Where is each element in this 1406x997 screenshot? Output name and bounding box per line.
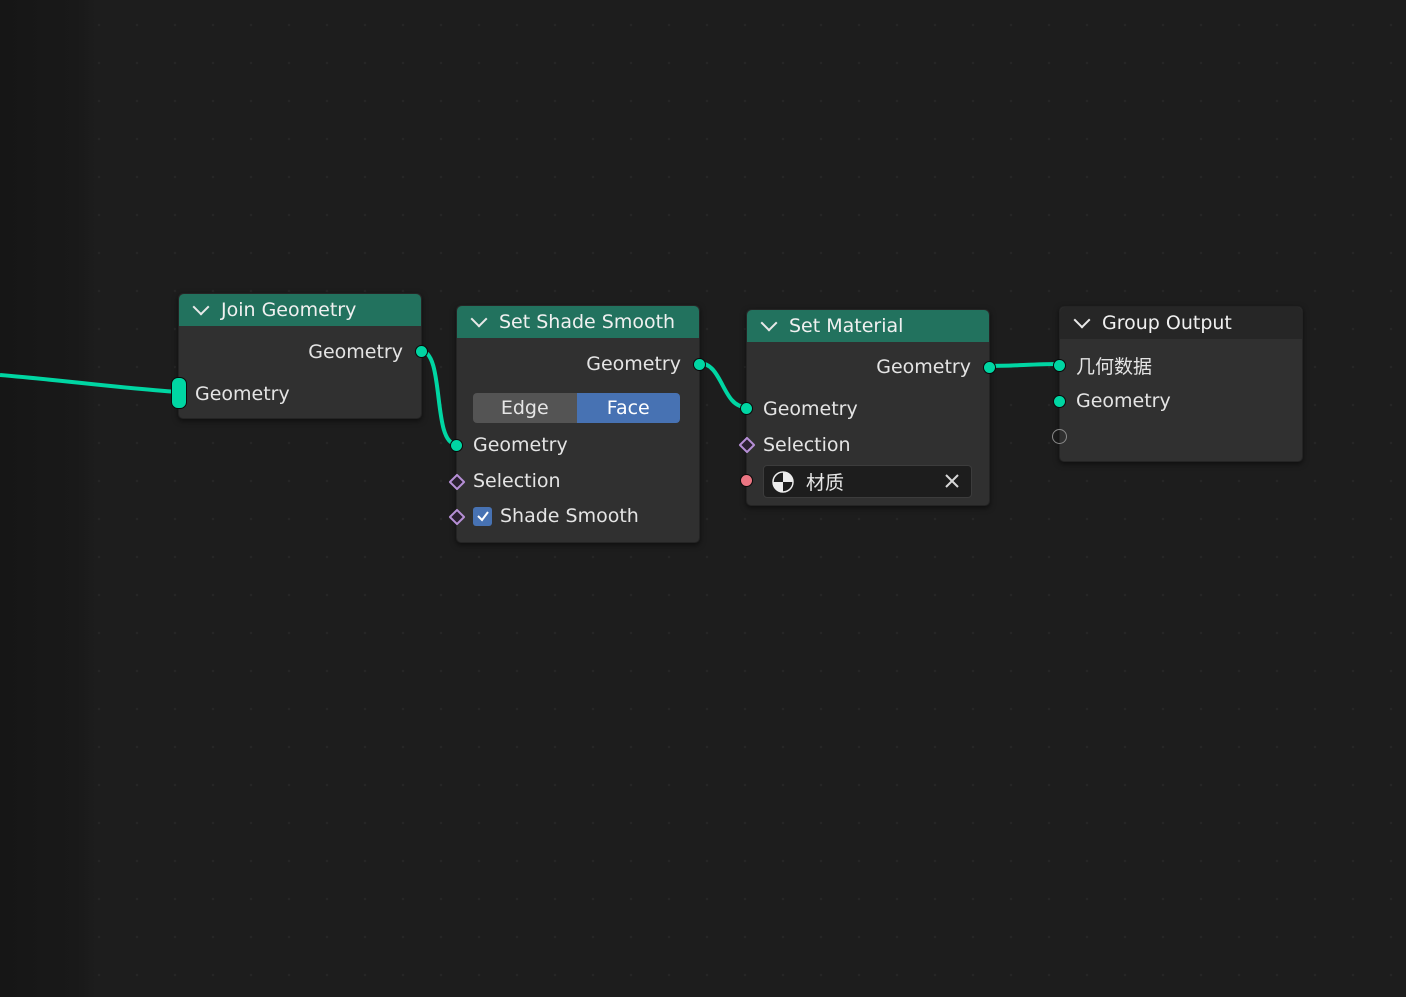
socket-label: Geometry xyxy=(763,398,858,420)
socket-label: Selection xyxy=(763,434,851,456)
node-title: Set Shade Smooth xyxy=(499,311,676,333)
output-geometry-socket[interactable] xyxy=(415,345,428,358)
link-set-material-to-group-output xyxy=(987,362,1060,368)
checkmark-icon xyxy=(476,511,489,522)
input-geometry-row: Geometry xyxy=(179,379,421,409)
output-geometry-row: Geometry xyxy=(457,349,699,379)
socket-label: Geometry xyxy=(195,383,290,405)
node-title: Join Geometry xyxy=(221,299,357,321)
input-geometry-multi-socket[interactable] xyxy=(171,377,187,409)
link-join-to-shade-smooth xyxy=(420,349,457,446)
set-material-node[interactable]: Set Material Geometry Geometry Selection… xyxy=(738,309,996,506)
input-selection-row: Selection xyxy=(747,430,989,460)
domain-face-button[interactable]: Face xyxy=(576,393,680,423)
input-material-socket[interactable] xyxy=(740,474,753,487)
set-material-header[interactable]: Set Material xyxy=(747,310,989,342)
input-geometry-row: Geometry xyxy=(747,394,989,424)
output-geometry-row: Geometry xyxy=(179,337,421,367)
socket-label: Geometry xyxy=(473,434,568,456)
material-name: 材质 xyxy=(806,472,845,494)
node-title: Set Material xyxy=(789,315,904,337)
input-socket-2[interactable] xyxy=(1053,395,1066,408)
socket-label: Geometry xyxy=(308,341,403,363)
socket-label: 几何数据 xyxy=(1076,355,1153,378)
join-geometry-node[interactable]: Join Geometry Geometry Geometry xyxy=(171,293,428,419)
set-shade-smooth-header[interactable]: Set Shade Smooth xyxy=(457,306,699,338)
socket-label: Shade Smooth xyxy=(500,505,639,527)
input-geometry-socket[interactable] xyxy=(450,439,463,452)
socket-label: Geometry xyxy=(1076,390,1171,412)
domain-toggle[interactable]: Edge Face xyxy=(473,393,680,423)
input-geometry-row: Geometry xyxy=(457,430,699,460)
chevron-down-icon[interactable] xyxy=(470,310,488,328)
empty-input-socket[interactable] xyxy=(1052,429,1067,444)
link-shade-smooth-to-set-material xyxy=(698,361,747,409)
domain-edge-button[interactable]: Edge xyxy=(473,393,577,423)
group-output-header[interactable]: Group Output xyxy=(1060,307,1302,339)
chevron-down-icon[interactable] xyxy=(192,298,210,316)
output-geometry-row: Geometry xyxy=(747,352,989,382)
socket-label: Geometry xyxy=(876,356,971,378)
output-geometry-socket[interactable] xyxy=(983,361,996,374)
set-shade-smooth-node[interactable]: Set Shade Smooth Geometry Edge Face Geom… xyxy=(448,305,706,543)
material-field[interactable]: 材质 xyxy=(763,465,972,498)
input-selection-row: Selection xyxy=(457,466,699,496)
socket-label: Selection xyxy=(473,470,561,492)
material-sphere-icon xyxy=(772,470,794,493)
input-row-2: Geometry xyxy=(1060,386,1302,416)
shade-smooth-checkbox[interactable] xyxy=(473,506,492,526)
node-title: Group Output xyxy=(1102,312,1232,334)
chevron-down-icon[interactable] xyxy=(760,314,778,332)
chevron-down-icon[interactable] xyxy=(1073,311,1091,329)
join-geometry-header[interactable]: Join Geometry xyxy=(179,294,421,326)
output-geometry-socket[interactable] xyxy=(693,358,706,371)
input-socket-1[interactable] xyxy=(1053,359,1066,372)
node-links xyxy=(0,349,1060,446)
link-incoming-to-join xyxy=(0,373,179,394)
input-geometry-socket[interactable] xyxy=(740,402,753,415)
group-output-node[interactable]: Group Output 几何数据 Geometry xyxy=(1052,306,1303,462)
input-row-1: 几何数据 xyxy=(1060,350,1302,380)
socket-label: Geometry xyxy=(586,353,681,375)
close-icon[interactable] xyxy=(943,472,961,490)
input-shade-smooth-row[interactable]: Shade Smooth xyxy=(457,501,699,531)
